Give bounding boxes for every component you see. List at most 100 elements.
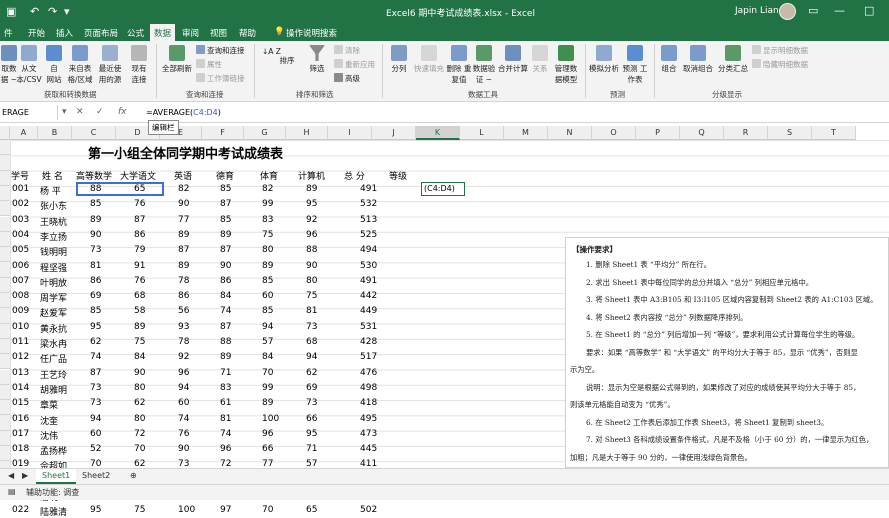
cell-id[interactable]: 015 <box>12 398 29 408</box>
cell-id[interactable]: 014 <box>12 383 29 393</box>
cell-chinese[interactable]: 80 <box>134 414 145 424</box>
cell-chinese[interactable]: 72 <box>134 429 145 439</box>
row-header[interactable] <box>0 231 10 248</box>
cell-computer[interactable]: 95 <box>306 429 317 439</box>
row-header[interactable] <box>0 338 10 355</box>
ungroup-button[interactable]: 取消组合 <box>681 45 715 74</box>
cell-computer[interactable]: 88 <box>306 245 317 255</box>
cell-pe[interactable]: 70 <box>262 368 273 378</box>
cell-moral[interactable]: 90 <box>220 261 231 271</box>
name-box-dropdown-icon[interactable]: ▾ <box>62 107 67 117</box>
scroll-right-icon[interactable]: ▶ <box>16 469 34 484</box>
cell-id[interactable]: 009 <box>12 306 29 316</box>
cell-name[interactable]: 赵爱军 <box>40 306 67 319</box>
column-header[interactable]: T <box>812 126 856 140</box>
row-header[interactable] <box>0 140 10 156</box>
cell-math[interactable]: 69 <box>90 291 101 301</box>
undo-icon[interactable]: ↶ <box>30 5 39 18</box>
row-header[interactable] <box>0 308 10 324</box>
row-header[interactable] <box>0 216 10 232</box>
cell-pe[interactable]: 96 <box>262 429 273 439</box>
cell-math[interactable]: 86 <box>90 276 101 286</box>
cell-id[interactable]: 006 <box>12 261 29 271</box>
cancel-icon[interactable]: ✕ <box>76 107 84 117</box>
cell-math[interactable]: 89 <box>90 215 101 225</box>
properties-button[interactable]: 属性 <box>196 59 222 70</box>
row-header[interactable] <box>0 323 10 339</box>
cell-english[interactable]: 86 <box>178 291 189 301</box>
cell-id[interactable]: 005 <box>12 245 29 255</box>
cell-computer[interactable]: 73 <box>306 322 317 332</box>
cell-name[interactable]: 沈奎 <box>40 414 58 427</box>
cell-math[interactable]: 87 <box>90 368 101 378</box>
cell-pe[interactable]: 66 <box>262 444 273 454</box>
cell-id[interactable]: 012 <box>12 352 29 362</box>
row-header[interactable] <box>0 170 10 186</box>
cell-pe[interactable]: 75 <box>262 230 273 240</box>
cell-name[interactable]: 孟扬桦 <box>40 444 67 457</box>
cell-pe[interactable]: 57 <box>262 337 273 347</box>
cell-computer[interactable]: 90 <box>306 261 317 271</box>
row-header[interactable] <box>0 369 10 385</box>
cell-pe[interactable]: 82 <box>262 184 273 194</box>
workbook-links-button[interactable]: 工作簿链接 <box>196 73 245 84</box>
cell-id[interactable]: 010 <box>12 322 29 332</box>
sheet-tab-sheet2[interactable]: Sheet2 <box>76 469 116 484</box>
row-header[interactable] <box>0 247 10 263</box>
column-header[interactable]: L <box>460 126 504 140</box>
cell-total[interactable]: 517 <box>360 352 377 362</box>
cell-math[interactable]: 85 <box>90 199 101 209</box>
cell-math[interactable]: 81 <box>90 261 101 271</box>
customize-icon[interactable]: ▾ <box>64 5 70 18</box>
cell-moral[interactable]: 87 <box>220 245 231 255</box>
row-header[interactable] <box>0 262 10 278</box>
cell-name[interactable]: 王晓杭 <box>40 215 67 228</box>
cell-moral[interactable]: 74 <box>220 429 231 439</box>
cell-chinese[interactable]: 86 <box>134 230 145 240</box>
cell-english[interactable]: 89 <box>178 230 189 240</box>
cell-moral[interactable]: 87 <box>220 322 231 332</box>
cell-chinese[interactable]: 90 <box>134 368 145 378</box>
cell-math[interactable]: 94 <box>90 414 101 424</box>
active-cell-k4[interactable]: (C4:D4) <box>421 182 465 196</box>
cell-total[interactable]: 491 <box>360 276 377 286</box>
cell-pe[interactable]: 89 <box>262 261 273 271</box>
cell-moral[interactable]: 74 <box>220 306 231 316</box>
from-web-button[interactable]: 自网站 <box>44 45 64 85</box>
cell-chinese[interactable]: 76 <box>134 276 145 286</box>
cell-total[interactable]: 530 <box>360 261 377 271</box>
from-text-csv-button[interactable]: 从文 本/CSV <box>16 45 42 85</box>
cell-pe[interactable]: 83 <box>262 215 273 225</box>
cell-total[interactable]: 428 <box>360 337 377 347</box>
cell-computer[interactable]: 95 <box>306 199 317 209</box>
cell-math[interactable]: 73 <box>90 245 101 255</box>
row-header[interactable] <box>0 446 10 462</box>
cell-computer[interactable]: 73 <box>306 398 317 408</box>
cell-math[interactable]: 85 <box>90 306 101 316</box>
cell-math[interactable]: 73 <box>90 383 101 393</box>
cell-computer[interactable]: 92 <box>306 215 317 225</box>
row-header[interactable] <box>0 185 10 202</box>
cell-pe[interactable]: 99 <box>262 199 273 209</box>
cell-english[interactable]: 90 <box>178 199 189 209</box>
column-header[interactable]: P <box>636 126 680 140</box>
column-header[interactable]: I <box>328 126 372 140</box>
column-header[interactable]: F <box>202 126 244 140</box>
cell-id[interactable]: 001 <box>12 184 29 194</box>
cell-chinese[interactable]: 91 <box>134 261 145 271</box>
cell-math[interactable]: 62 <box>90 337 101 347</box>
cell-english[interactable]: 87 <box>178 245 189 255</box>
cell-total[interactable]: 502 <box>360 505 377 515</box>
cell-math[interactable]: 60 <box>90 429 101 439</box>
tab-view[interactable]: 视图 <box>206 26 231 40</box>
cell-name[interactable]: 陆雅清 <box>40 505 67 518</box>
cell-english[interactable]: 100 <box>178 505 195 515</box>
cell-moral[interactable]: 71 <box>220 368 231 378</box>
cell-moral[interactable]: 85 <box>220 215 231 225</box>
cell-math[interactable]: 52 <box>90 444 101 454</box>
sort-button[interactable]: 排序 <box>276 55 298 66</box>
restore-icon[interactable]: — <box>834 4 845 17</box>
minimize-icon[interactable]: ▭ <box>808 4 818 17</box>
cell-pe[interactable]: 100 <box>262 414 279 424</box>
data-validation-button[interactable]: 数据验 证 ~ <box>471 45 497 85</box>
